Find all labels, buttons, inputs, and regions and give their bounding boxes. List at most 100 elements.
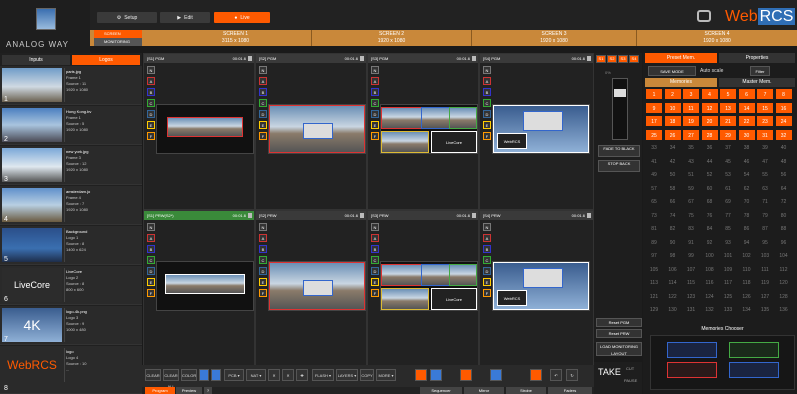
color-button[interactable]: COLOR (181, 369, 197, 381)
screen-canvas[interactable]: WebRCS (492, 261, 590, 311)
memory-slot[interactable]: 124 (701, 291, 719, 303)
memory-slot[interactable]: 122 (664, 291, 682, 303)
memory-slot[interactable]: 32 (774, 128, 793, 141)
memory-slot[interactable]: 20 (700, 115, 719, 127)
prw-pane-s3[interactable]: [S3] PRW 00:01.6 NABCDEF LiveCore (367, 210, 479, 367)
fade-to-black-button[interactable]: FADE TO BLACK (598, 145, 640, 157)
memory-slot[interactable]: 71 (756, 196, 774, 208)
memory-slot[interactable]: 60 (701, 183, 719, 195)
screen-canvas[interactable]: WebRCS (492, 104, 590, 154)
memory-slot[interactable]: 73 (645, 210, 663, 222)
close-icon[interactable]: ✕ (282, 369, 294, 381)
memory-slot[interactable]: 21 (719, 115, 737, 127)
list-item[interactable]: 4 amsterdam.jo Frame 4 Source : 7 1920 x 108… (0, 186, 142, 225)
memory-slot[interactable]: 9 (645, 101, 663, 114)
transition-fader[interactable] (612, 78, 628, 140)
tab-inputs[interactable]: Inputs (2, 55, 70, 65)
memory-slot[interactable]: 114 (664, 277, 682, 289)
chooser-slot[interactable] (667, 362, 717, 378)
chooser-slot[interactable] (729, 342, 779, 358)
memory-slot[interactable]: 129 (645, 304, 663, 316)
memory-slot[interactable]: 64 (775, 183, 793, 195)
memory-slot[interactable]: 13 (719, 101, 737, 114)
screen-select-s3[interactable]: S3 (618, 55, 628, 63)
screen-canvas[interactable]: LiveCore (380, 104, 478, 154)
tab-master-mem[interactable]: Master Mem. (719, 78, 795, 87)
memory-slot[interactable]: 112 (775, 264, 793, 276)
memory-slot[interactable]: 123 (682, 291, 700, 303)
memory-slot[interactable]: 101 (719, 250, 737, 262)
memory-slot[interactable]: 47 (756, 156, 774, 168)
list-item[interactable]: 4K 7 logo-4k.png Logo 3 Source : 9 1000 x 480 (0, 306, 142, 345)
memory-slot[interactable]: 7 (756, 88, 774, 100)
layer-buttons[interactable]: NABCDEF (371, 66, 379, 143)
tab-logos[interactable]: Logos (72, 55, 140, 65)
memory-slot[interactable]: 78 (738, 210, 756, 222)
layer-preview[interactable] (303, 280, 333, 296)
memory-slot[interactable]: 127 (756, 291, 774, 303)
memory-slot[interactable]: 42 (664, 156, 682, 168)
memory-slot[interactable]: 54 (738, 169, 756, 181)
memory-slot[interactable]: 90 (664, 237, 682, 249)
memory-slot[interactable]: 39 (756, 142, 774, 154)
layer-buttons[interactable]: NABCDEF (147, 223, 155, 300)
memory-slot[interactable]: 5 (719, 88, 737, 100)
pgm-pane-s4[interactable]: [S4] PGM 00:01.6 NABCDEF WebRCS (479, 53, 594, 210)
layer-buttons[interactable]: NABCDEF (259, 66, 267, 143)
memory-slot[interactable]: 116 (701, 277, 719, 289)
tab-faders[interactable]: Faders (548, 387, 592, 394)
memory-slot[interactable]: 40 (775, 142, 793, 154)
memory-slot[interactable]: 38 (738, 142, 756, 154)
pgm-pane-s3[interactable]: [S3] PGM 00:01.6 NABCDEF LiveCore (367, 53, 479, 210)
memory-slot[interactable]: 85 (719, 223, 737, 235)
mode-live-button[interactable]: ● Live (214, 12, 270, 23)
load-monitoring-layout-button[interactable]: LOAD MONITORING LAYOUT (596, 342, 642, 356)
memory-slot[interactable]: 131 (682, 304, 700, 316)
memory-slot[interactable]: 11 (682, 101, 700, 114)
memory-slot[interactable]: 102 (738, 250, 756, 262)
memory-slot[interactable]: 75 (682, 210, 700, 222)
memory-slot[interactable]: 36 (701, 142, 719, 154)
layer-preview[interactable] (523, 111, 563, 131)
memory-slot[interactable]: 33 (645, 142, 663, 154)
list-item[interactable]: LiveCore 6 LiveCore Logo 2 Source : 8 800 x 6… (0, 266, 142, 305)
layer-preview[interactable] (523, 268, 563, 288)
memory-slot[interactable]: 35 (682, 142, 700, 154)
memory-slot[interactable]: 132 (701, 304, 719, 316)
clear-all-button[interactable]: CLEAR ALL (163, 369, 179, 389)
memory-slot[interactable]: 109 (719, 264, 737, 276)
memory-slot[interactable]: 17 (645, 115, 663, 127)
layout-icon[interactable] (211, 369, 221, 381)
memory-slot[interactable]: 136 (775, 304, 793, 316)
memory-slot[interactable]: 74 (664, 210, 682, 222)
layout-icon[interactable] (530, 369, 542, 381)
list-item[interactable]: 3 new york.jpg Frame 3 Source : 12 1920 x 10… (0, 146, 142, 185)
prw-pane-s2[interactable]: [S2] PRW 00:01.6 NABCDEF (255, 210, 367, 367)
layout-icon[interactable] (460, 369, 472, 381)
layout-icon[interactable] (490, 369, 502, 381)
help-button[interactable]: ? (204, 387, 212, 394)
memory-slot[interactable]: 88 (775, 223, 793, 235)
layout-icon[interactable] (199, 369, 209, 381)
close-icon[interactable]: ✕ (268, 369, 280, 381)
memory-slot[interactable]: 98 (664, 250, 682, 262)
fader-handle[interactable] (614, 89, 626, 97)
layer-buttons[interactable]: NABCDEF (259, 223, 267, 300)
save-mode-button[interactable]: SAVE MODE (648, 66, 696, 76)
screen-select-s1[interactable]: S1 (596, 55, 606, 63)
memory-slot[interactable]: 99 (682, 250, 700, 262)
memory-slot[interactable]: 70 (738, 196, 756, 208)
chooser-slot[interactable] (729, 362, 779, 378)
memory-slot[interactable]: 30 (737, 128, 756, 141)
memory-slot[interactable]: 27 (682, 128, 700, 141)
webrcs-layer[interactable]: WebRCS (497, 133, 527, 149)
memory-slot[interactable]: 12 (700, 101, 719, 114)
flash-dropdown[interactable]: FLASH ▾ (312, 369, 334, 381)
memory-slot[interactable]: 89 (645, 237, 663, 249)
mode-edit-button[interactable]: ▶ Edit (160, 12, 210, 23)
memory-slot[interactable]: 31 (756, 128, 774, 141)
nat-dropdown[interactable]: NAT ▾ (246, 369, 266, 381)
memory-slot[interactable]: 110 (738, 264, 756, 276)
memory-slot[interactable]: 104 (775, 250, 793, 262)
layout-icon[interactable] (430, 369, 442, 381)
